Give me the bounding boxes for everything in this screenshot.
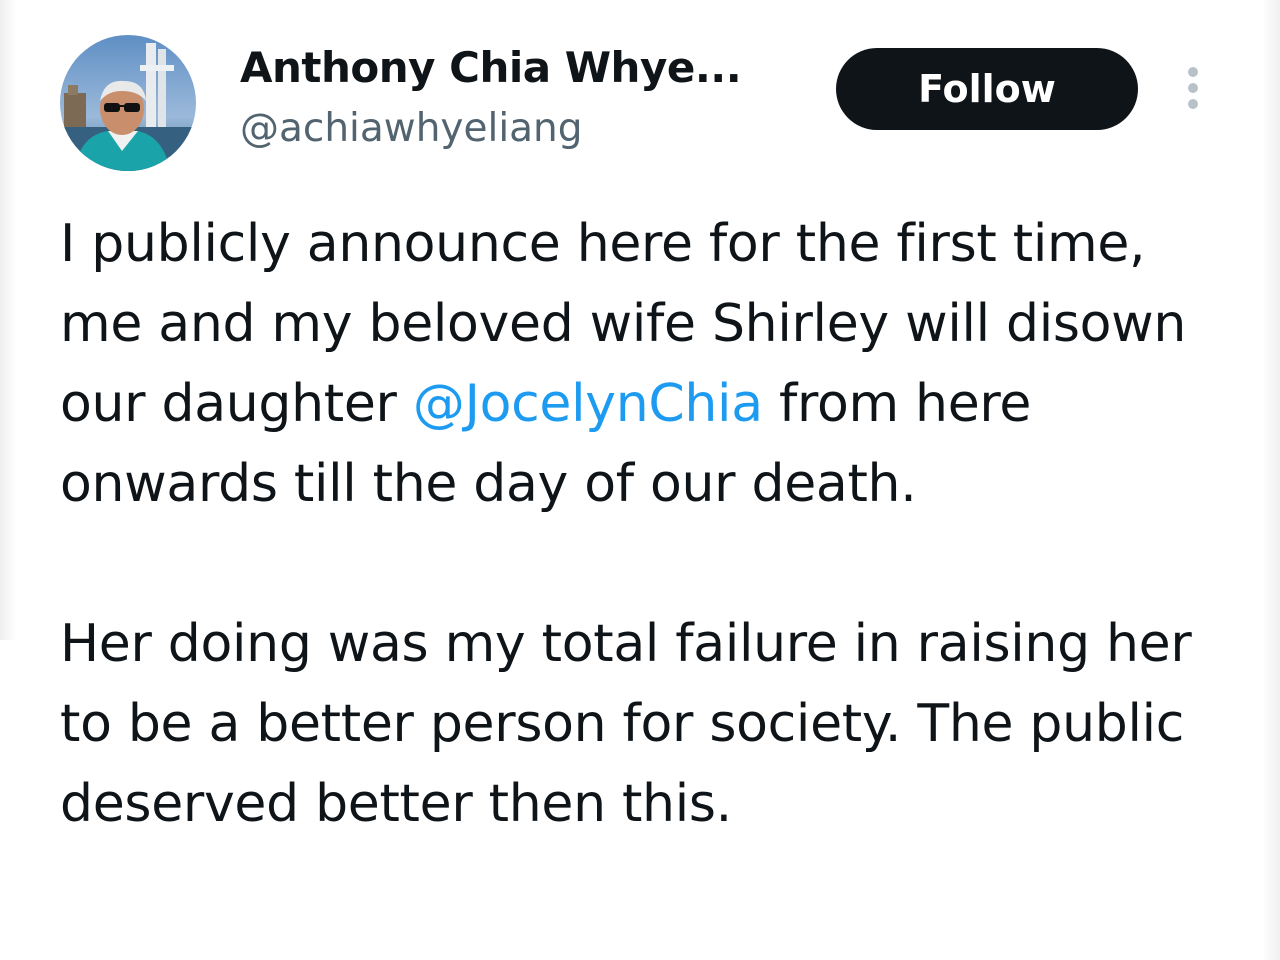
mention-link[interactable]: @JocelynChia [413, 374, 763, 434]
tweet-body: I publicly announce here for the first t… [60, 204, 1240, 844]
left-edge-shadow [0, 0, 16, 640]
author-handle[interactable]: @achiawhyeliang [240, 100, 583, 158]
author-display-name[interactable]: Anthony Chia Whye... [240, 38, 742, 98]
avatar[interactable] [60, 35, 196, 171]
more-vertical-icon[interactable] [1180, 64, 1206, 116]
follow-button[interactable]: Follow [836, 48, 1138, 130]
right-edge-shadow [1262, 0, 1280, 960]
tweet-paragraph-1: I publicly announce here for the first t… [60, 204, 1240, 524]
tweet-paragraph-2: Her doing was my total failure in raisin… [60, 614, 1192, 834]
profile-photo-icon [60, 35, 196, 171]
